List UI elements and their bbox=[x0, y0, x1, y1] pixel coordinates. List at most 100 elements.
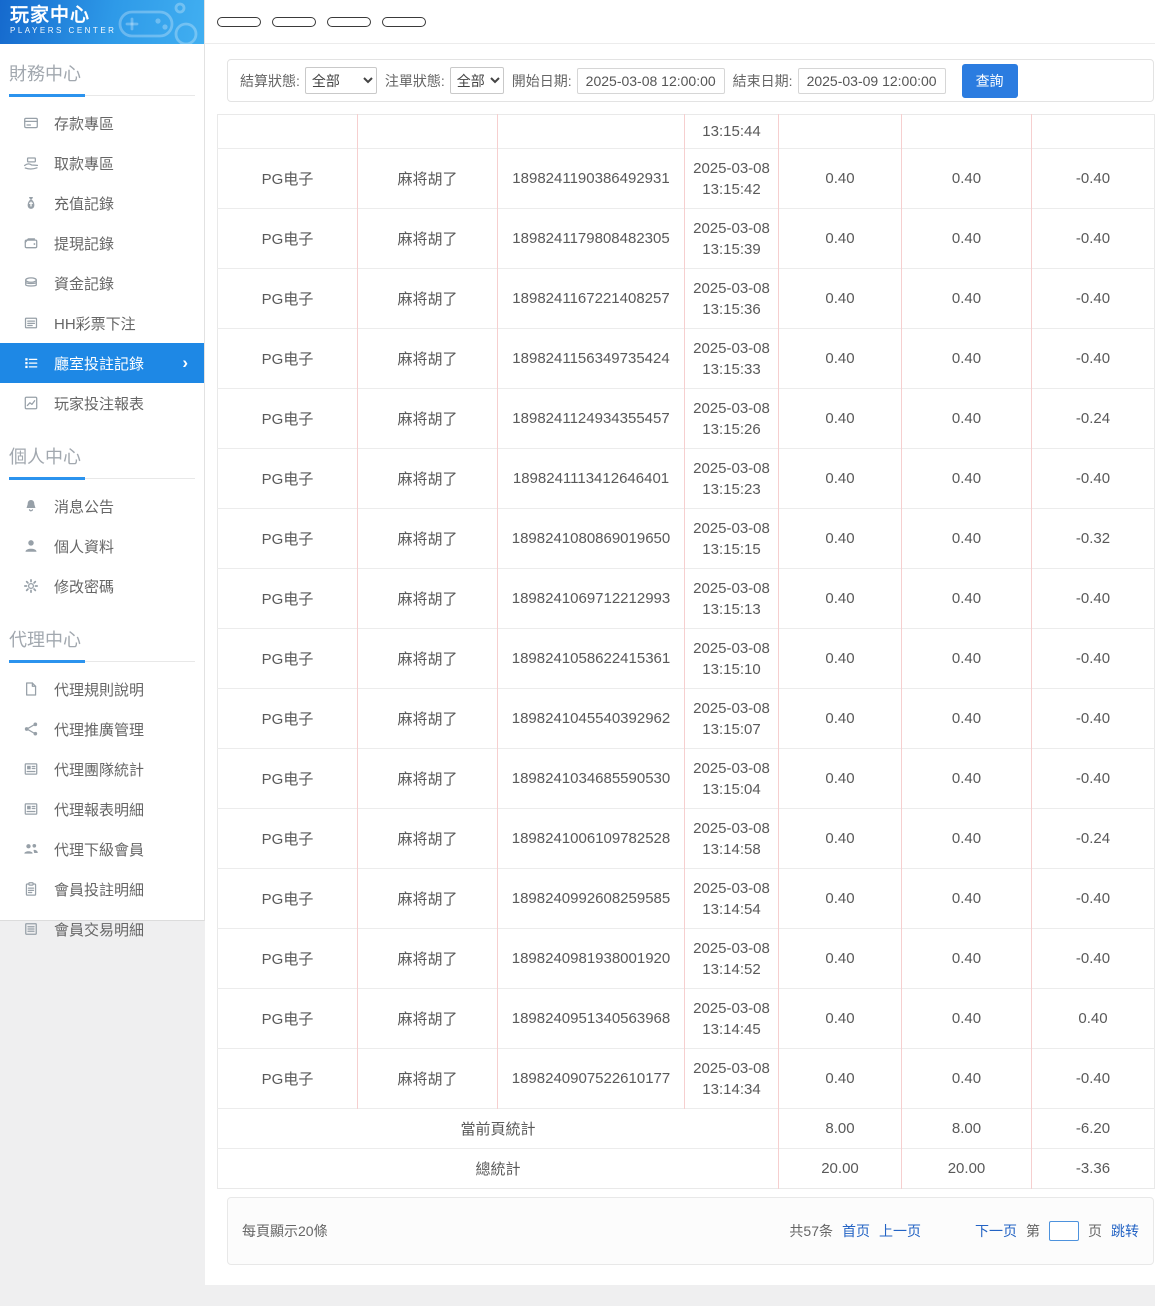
sidebar-item[interactable]: 資金記錄 bbox=[0, 263, 204, 303]
sidebar-item[interactable]: HH彩票下注 bbox=[0, 303, 204, 343]
page-summary-label: 當前頁統計 bbox=[217, 1108, 779, 1149]
cell-win-loss: -0.40 bbox=[1031, 328, 1155, 389]
sidebar-item-label: 代理規則說明 bbox=[54, 681, 145, 699]
cell-time: 13:15:13 bbox=[702, 600, 761, 618]
cell-valid-amount: 0.40 bbox=[901, 328, 1032, 389]
sidebar-item-icon bbox=[22, 315, 39, 332]
total-summary-row: 總統計 20.00 20.00 -3.36 bbox=[217, 1148, 1155, 1189]
table-row: PG电子 麻将胡了 1898241045540392962 2025-03-08… bbox=[217, 688, 1155, 749]
sidebar-item-label: 個人資料 bbox=[54, 538, 115, 556]
cell-date: 2025-03-08 bbox=[693, 339, 770, 357]
cell-date: 2025-03-08 bbox=[693, 699, 770, 717]
cell-win-loss: -0.32 bbox=[1031, 508, 1155, 569]
sidebar-item[interactable]: 個人資料 bbox=[0, 526, 204, 566]
end-date-input[interactable] bbox=[797, 67, 946, 94]
cell-valid-amount: 0.40 bbox=[901, 208, 1032, 269]
sidebar-item-icon bbox=[22, 801, 39, 818]
sidebar-item-label: 消息公告 bbox=[54, 498, 115, 516]
cell-bet-id: 1898241156349735424 bbox=[497, 328, 685, 389]
order-status-select[interactable]: 全部 bbox=[449, 67, 504, 94]
table-row: PG电子 麻将胡了 1898241179808482305 2025-03-08… bbox=[217, 208, 1155, 269]
cell-date: 2025-03-08 bbox=[693, 759, 770, 777]
cell-valid-amount: 0.40 bbox=[901, 748, 1032, 809]
sidebar-item[interactable]: 會員投註明細 bbox=[0, 869, 204, 909]
cell-valid-amount: 0.40 bbox=[901, 808, 1032, 869]
table-row: PG电子 麻将胡了 1898241124934355457 2025-03-08… bbox=[217, 388, 1155, 449]
cell-datetime: 2025-03-08 13:15:33 bbox=[684, 328, 779, 389]
sidebar-section: 財務中心 存款專區 取款專區 充值記錄 提現記錄 資金記錄 HH彩票下注 廳室投… bbox=[0, 44, 204, 427]
sidebar-item[interactable]: 玩家投注報表 bbox=[0, 383, 204, 423]
sidebar-item[interactable]: 充值記錄 bbox=[0, 183, 204, 223]
cell-bet-id: 1898240981938001920 bbox=[497, 928, 685, 989]
cell-platform: PG电子 bbox=[217, 808, 358, 869]
cell-date: 2025-03-08 bbox=[693, 519, 770, 537]
cell-time: 13:15:15 bbox=[702, 540, 761, 558]
cell-bet-id: 1898241045540392962 bbox=[497, 688, 685, 749]
cell-bet-amount: 0.40 bbox=[778, 148, 902, 209]
cell-valid-amount: 0.40 bbox=[901, 688, 1032, 749]
category-tab[interactable] bbox=[272, 16, 316, 27]
sidebar-item-label: 會員交易明細 bbox=[54, 921, 145, 939]
cell-bet-amount: 0.40 bbox=[778, 868, 902, 929]
sidebar-item[interactable]: 修改密碼 bbox=[0, 566, 204, 606]
sidebar-item[interactable]: 會員交易明細 bbox=[0, 909, 204, 949]
cell-game: 麻将胡了 bbox=[357, 868, 498, 929]
cell-bet-amount: 0.40 bbox=[778, 508, 902, 569]
jump-button[interactable]: 跳转 bbox=[1111, 1221, 1139, 1241]
sidebar-item-icon bbox=[22, 921, 39, 938]
order-status-label: 注單狀態: bbox=[384, 72, 445, 89]
sidebar-item-icon bbox=[22, 578, 39, 595]
table-row: PG电子 麻将胡了 1898240951340563968 2025-03-08… bbox=[217, 988, 1155, 1049]
category-tab[interactable] bbox=[382, 16, 426, 27]
settle-status-select[interactable]: 全部 bbox=[304, 67, 377, 94]
cell-time: 13:15:04 bbox=[702, 780, 761, 798]
per-page-text: 每頁顯示20條 bbox=[242, 1223, 328, 1239]
table-row: PG电子 麻将胡了 1898241167221408257 2025-03-08… bbox=[217, 268, 1155, 329]
sidebar-item[interactable]: 代理團隊統計 bbox=[0, 749, 204, 789]
sidebar-item-label: 玩家投注報表 bbox=[54, 395, 145, 413]
cell-win-loss: -0.40 bbox=[1031, 148, 1155, 209]
cell-valid-amount: 0.40 bbox=[901, 508, 1032, 569]
cell-win-loss: -0.40 bbox=[1031, 448, 1155, 509]
sidebar-item[interactable]: 消息公告 bbox=[0, 486, 204, 526]
sidebar-item-label: 廳室投註記錄 bbox=[54, 355, 145, 373]
sidebar-item[interactable]: 代理規則說明 bbox=[0, 669, 204, 709]
sidebar-item[interactable]: 取款專區 bbox=[0, 143, 204, 183]
cell-game: 麻将胡了 bbox=[357, 328, 498, 389]
cell-platform: PG电子 bbox=[217, 508, 358, 569]
sidebar-item[interactable]: 存款專區 bbox=[0, 103, 204, 143]
jump-suffix-label: 页 bbox=[1088, 1223, 1102, 1239]
cell-win-loss: -0.40 bbox=[1031, 928, 1155, 989]
cell-date: 2025-03-08 bbox=[693, 639, 770, 657]
settle-status-label: 結算狀態: bbox=[240, 72, 300, 89]
first-page-link[interactable]: 首页 bbox=[842, 1221, 870, 1241]
sidebar-item[interactable]: 廳室投註記錄 › bbox=[0, 343, 204, 383]
start-date-input[interactable] bbox=[576, 67, 725, 94]
prev-page-link[interactable]: 上一页 bbox=[879, 1221, 921, 1241]
jump-page-input[interactable] bbox=[1049, 1221, 1079, 1241]
search-button[interactable]: 查詢 bbox=[961, 63, 1018, 98]
cell-bet-amount: 0.40 bbox=[778, 1048, 902, 1109]
end-date-label: 結束日期: bbox=[732, 72, 793, 89]
category-tab[interactable] bbox=[217, 16, 261, 27]
sidebar-item[interactable]: 代理下級會員 bbox=[0, 829, 204, 869]
sidebar-item[interactable]: 代理推廣管理 bbox=[0, 709, 204, 749]
category-tabs bbox=[205, 0, 1155, 44]
cell-platform: PG电子 bbox=[217, 868, 358, 929]
cell-game: 麻将胡了 bbox=[357, 748, 498, 809]
cell-bet-id: 1898241069712212993 bbox=[497, 568, 685, 629]
next-page-link[interactable]: 下一页 bbox=[975, 1221, 1017, 1241]
cell-date: 2025-03-08 bbox=[693, 159, 770, 177]
cell-win-loss: 0.40 bbox=[1031, 988, 1155, 1049]
sidebar-item-icon bbox=[22, 721, 39, 738]
sidebar-item[interactable]: 代理報表明細 bbox=[0, 789, 204, 829]
cell-bet-amount: 0.40 bbox=[778, 448, 902, 509]
cell-game: 麻将胡了 bbox=[357, 448, 498, 509]
cell-platform: PG电子 bbox=[217, 988, 358, 1049]
category-tab[interactable] bbox=[327, 16, 371, 27]
cell-bet-amount: 0.40 bbox=[778, 988, 902, 1049]
table-row: PG电子 麻将胡了 1898241034685590530 2025-03-08… bbox=[217, 748, 1155, 809]
cell-date: 2025-03-08 bbox=[693, 879, 770, 897]
cell-datetime: 2025-03-08 13:15:10 bbox=[684, 628, 779, 689]
sidebar-item[interactable]: 提現記錄 bbox=[0, 223, 204, 263]
